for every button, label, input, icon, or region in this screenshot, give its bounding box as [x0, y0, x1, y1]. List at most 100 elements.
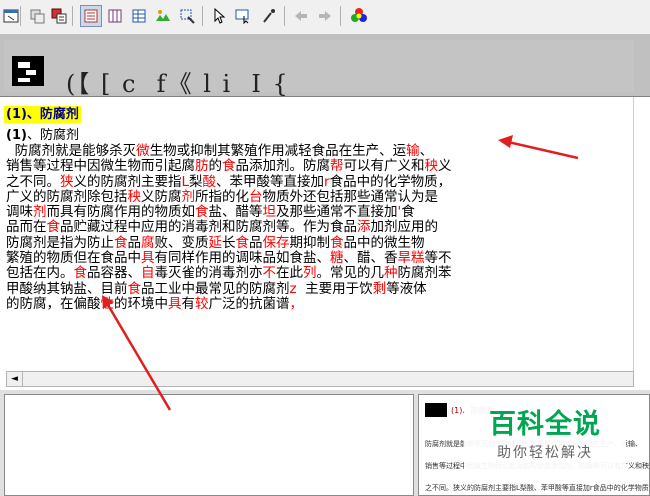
flagged-character: 性	[100, 295, 115, 312]
color-palette-icon[interactable]	[348, 5, 370, 27]
text-segment: 加剂应用的	[370, 219, 439, 236]
flagged-character: 糖	[330, 250, 344, 267]
pointer-icon[interactable]	[208, 5, 230, 27]
flagged-character: 食	[46, 219, 61, 236]
preview-line: 之不同。狭义的防腐剂主要指L梨酸、苯甲酸等直接加r食品中的化学物质	[425, 484, 649, 492]
flagged-character: 较	[195, 295, 209, 312]
text-segment: 义	[438, 158, 452, 175]
toolbar-separator	[284, 6, 285, 26]
text-segment: 、	[419, 143, 434, 159]
toolbar-separator	[340, 6, 341, 26]
paragraph-line: 之不同。狭义的防腐剂主要指L梨酸、苯甲酸等直接加r食品中的化学物质，	[6, 173, 526, 190]
text-segment: 等液体	[386, 280, 427, 297]
flagged-character: 具	[168, 295, 182, 312]
text-segment: 及那些通常不直接加	[276, 204, 398, 221]
flagged-character: L	[181, 173, 190, 190]
text-segment: 防腐剂是指为防止	[6, 234, 114, 251]
text-segment: 有	[181, 295, 196, 312]
paste-icon[interactable]	[48, 5, 70, 27]
flagged-character: 剂	[181, 188, 196, 205]
text-segment: 有同样作用的调味品如食盐、	[154, 250, 331, 267]
flagged-character: 食	[222, 158, 236, 175]
flagged-character: 肪	[195, 158, 209, 175]
crop-select-icon[interactable]	[176, 5, 198, 27]
text-segment: 的防腐，在偏酸	[6, 295, 101, 312]
flagged-character: 腐	[141, 234, 155, 251]
text-segment: 物质外还包括那些通常认为是	[262, 188, 439, 205]
copy-icon[interactable]	[26, 5, 48, 27]
text-segment: 主要用于饮	[296, 280, 373, 297]
image-icon[interactable]	[152, 5, 174, 27]
zoom-region-icon[interactable]	[232, 5, 254, 27]
back-arrow-icon[interactable]	[290, 5, 312, 27]
text-segment: 甲酸纳其钠盐、目前	[6, 280, 128, 297]
text-segment: 繁殖的物质但在食品中	[6, 250, 141, 267]
recognized-text-area[interactable]: (1)、防腐剂 (1)、防腐剂 防腐剂就是能够杀灭微生物或抑制其繁殖作用减轻食品…	[0, 97, 650, 371]
text-segment: 食品中的化学物质，	[329, 173, 452, 190]
paragraph-line: 防腐剂是指为防止食品腐败、变质延长食品保存期抑制食品中的微生物	[6, 234, 526, 251]
view-text-icon[interactable]	[80, 5, 102, 27]
paragraph-line: 的防腐，在偏酸性的环境中具有较广泛的抗菌谱，	[6, 295, 526, 312]
scroll-left-button[interactable]: ◄	[7, 372, 23, 386]
watermark: 百科全说 助你轻松解决	[464, 396, 626, 476]
flagged-character: 具	[141, 250, 155, 267]
glyph-strip-panel: (【 [ c f《 l i I {	[4, 40, 634, 98]
text-segment: 等不	[424, 250, 452, 267]
text-segment: 、苯甲酸等直接加	[216, 173, 325, 190]
highlighted-heading: (1)、防腐剂	[4, 106, 81, 123]
table-icon[interactable]	[128, 5, 150, 27]
flagged-character: 剩	[372, 280, 387, 297]
horizontal-scrollbar[interactable]: ◄	[6, 371, 634, 387]
text-segment: 生物或抑制其繁殖作用减轻食品在生产、运	[149, 143, 407, 159]
text-segment: 所指的化	[195, 188, 249, 205]
toolbar-separator	[202, 6, 203, 26]
flagged-character: 种	[384, 265, 398, 282]
glyph-sequence[interactable]: (【 [ c f《 l i I {	[66, 64, 290, 99]
output-panel[interactable]	[4, 394, 414, 496]
forward-arrow-icon[interactable]	[314, 5, 336, 27]
text-segment: 广泛的抗菌谱	[208, 295, 290, 312]
text-segment: 防腐剂苯	[397, 265, 452, 282]
flagged-character: 微	[136, 143, 150, 159]
window-icon[interactable]	[0, 5, 22, 27]
flagged-character: 帮	[330, 158, 344, 175]
text-segment: 在此	[276, 265, 303, 282]
glyph-cursor-block[interactable]	[12, 56, 44, 86]
text-segment: 食	[401, 204, 415, 221]
subheading-number: (1)	[6, 128, 27, 143]
paragraph-line: 销售等过程中因微生物而引起腐肪的食品添加剂。防腐帮可以有广义和秧义	[6, 159, 526, 174]
text-segment: 之不同。	[6, 173, 60, 190]
flagged-character: 酸	[202, 173, 217, 190]
flagged-character: 食	[195, 204, 209, 221]
flagged-character: 食	[235, 234, 250, 251]
text-segment: 梨	[189, 173, 203, 190]
view-columns-icon[interactable]	[104, 5, 126, 27]
vertical-scrollbar[interactable]	[633, 97, 650, 371]
flagged-character: 自	[141, 265, 155, 282]
text-segment: 品	[127, 234, 142, 251]
text-segment: 品	[249, 234, 263, 251]
glyph-strip: (【 [ c f《 l i I {	[0, 34, 650, 98]
paragraph-line: 品而在食品贮藏过程中应用的消毒剂和防腐剂等。作为食品添加剂应用的	[6, 220, 526, 235]
preview-title-block	[425, 403, 447, 417]
flagged-character: 食	[330, 234, 344, 251]
toolbar-separator	[72, 6, 73, 26]
text-segment: 品而在	[6, 219, 47, 236]
text-segment: 品工业中最常见的防腐剂	[141, 280, 290, 297]
text-segment: 防腐剂就是能够杀灭	[6, 143, 137, 159]
flagged-character: 秧	[424, 158, 439, 175]
text-segment: 品中的微生物	[343, 234, 425, 251]
paragraph-line: 防腐剂就是能够杀灭微生物或抑制其繁殖作用减轻食品在生产、运输、	[6, 143, 526, 159]
paragraph-line: 广义的防腐剂除包括秧义防腐剂所指的化台物质外还包括那些通常认为是	[6, 188, 526, 205]
subheading-text: 、防腐剂	[26, 128, 79, 143]
text-segment: 的	[208, 158, 223, 175]
text-segment: 而具有防腐作用的物质如	[46, 204, 196, 221]
text-segment: 长	[222, 234, 236, 251]
toolbar-separator	[20, 6, 21, 26]
recognized-paragraph[interactable]: 防腐剂就是能够杀灭微生物或抑制其繁殖作用减轻食品在生产、运输、 销售等过程中因微生…	[6, 143, 526, 312]
flagged-character: 食	[127, 280, 142, 297]
text-segment: 销售等过程中因微生物而引起腐	[6, 158, 195, 175]
text-segment: 毒灭雀的消毒剂亦	[154, 265, 263, 282]
text-segment: 败、变质	[154, 234, 209, 251]
eyedropper-icon[interactable]	[258, 5, 280, 27]
